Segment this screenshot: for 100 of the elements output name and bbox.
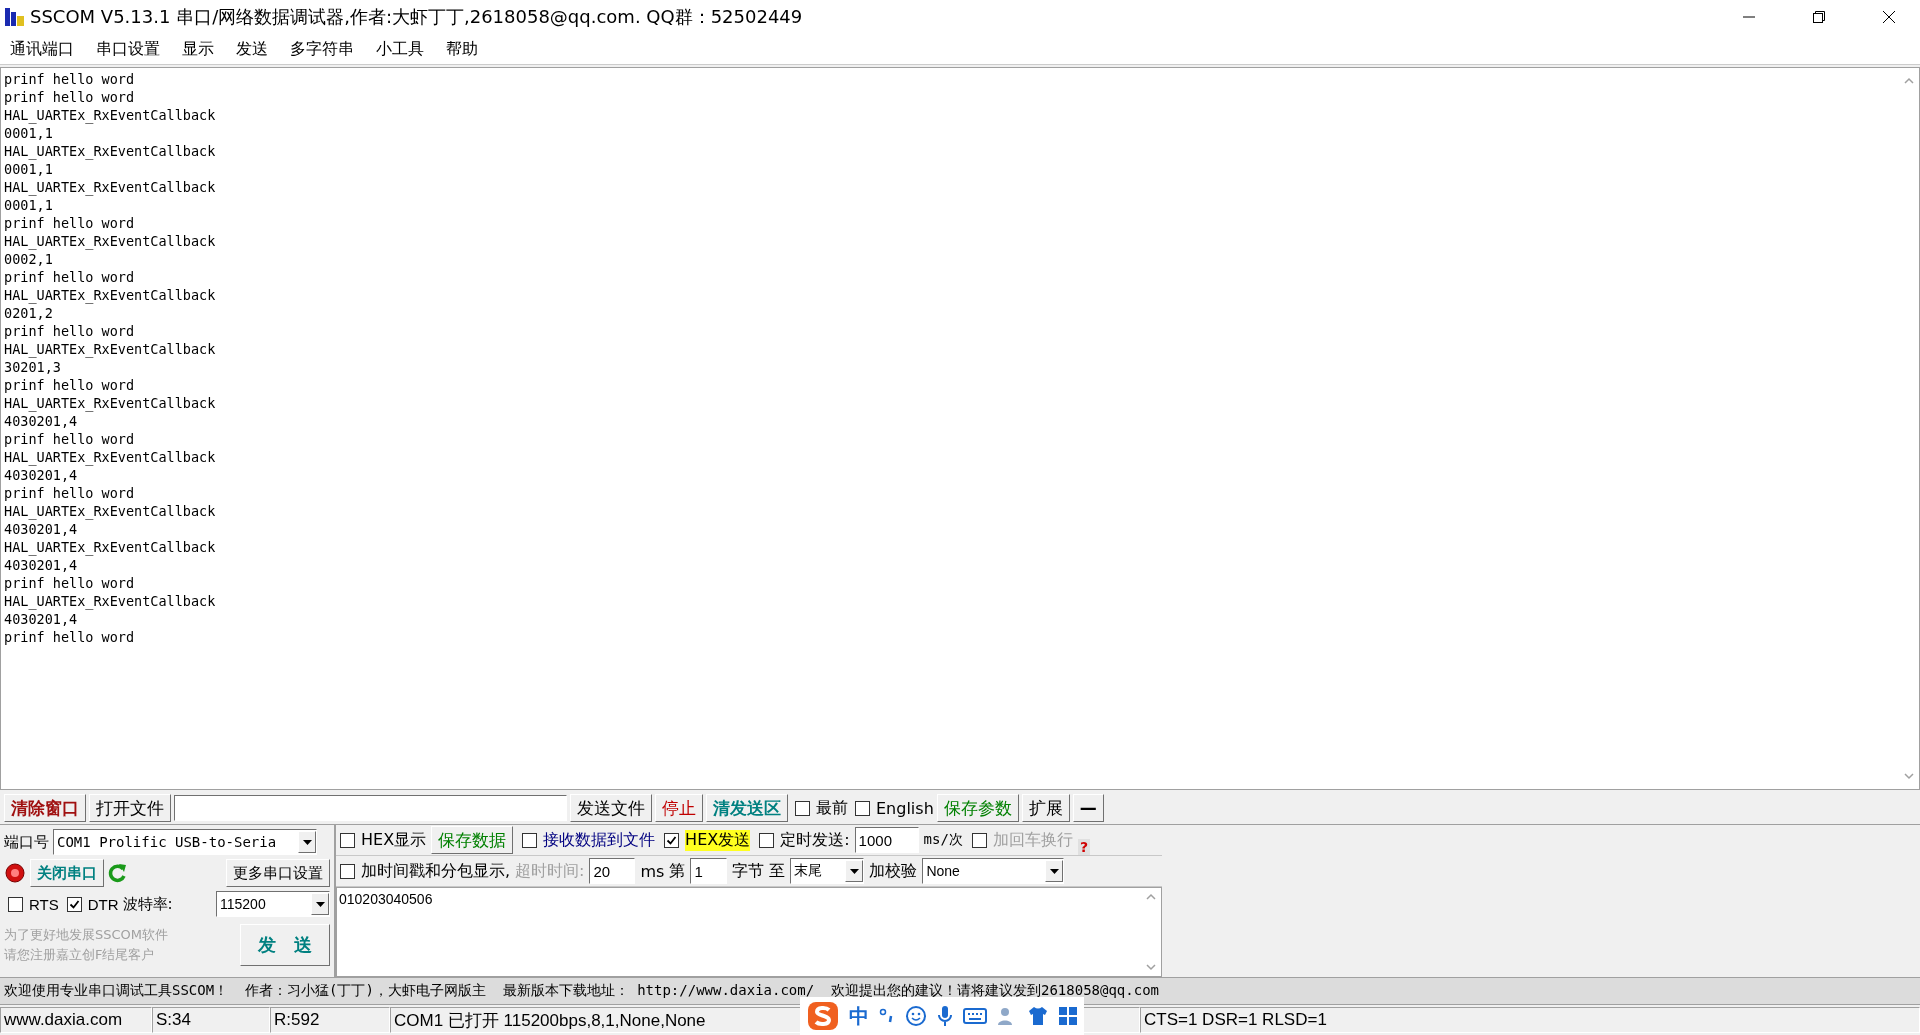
log-line: HAL_UARTEx_RxEventCallback [4,394,216,412]
checkbox[interactable] [66,896,82,912]
log-line: 0002,1 [4,250,53,268]
log-line: HAL_UARTEx_RxEventCallback [4,106,216,124]
menu-item[interactable]: 显示 [182,38,214,60]
more-settings-button[interactable]: 更多串口设置 [226,859,330,887]
checkbox[interactable] [759,832,775,848]
checkbox-label: 定时发送: [780,829,850,851]
log-line: 0001,1 [4,196,53,214]
log-line: HAL_UARTEx_RxEventCallback [4,502,216,520]
scroll-up-icon[interactable] [1145,892,1157,902]
checkbox-label: English [876,798,934,818]
log-line: 4030201,4 [4,520,78,538]
checkbox-label: 接收数据到文件 [543,829,656,851]
scroll-down-icon[interactable] [1903,771,1915,781]
log-line: prinf hello word [4,628,135,646]
toolbar-button[interactable]: 发送文件 [570,794,652,822]
log-line: 30201,3 [4,358,61,376]
log-line: 0001,1 [4,124,53,142]
status-cell: S:34 [152,1007,270,1033]
ticker-text: 欢迎使用专业串口调试工具SSCOM！ 作者：习小猛(丁丁)，大虾电子网版主 最新版本下载地址： http://www.daxia.com/ 欢迎提出您的建议！请将建议发到2618058@qq.com [4,982,1159,1000]
status-cell: CTS=1 DSR=1 RLSD=1 [1140,1007,1920,1033]
s-logo-icon[interactable] [806,1001,840,1031]
checkbox-label: 加时间戳和分包显示, [361,860,511,882]
log-line: HAL_UARTEx_RxEventCallback [4,592,216,610]
checkbox-label: HEX显示 [361,829,427,851]
log-line: HAL_UARTEx_RxEventCallback [4,178,216,196]
toolbar-button[interactable]: — [1072,794,1104,822]
scroll-up-icon[interactable] [1903,76,1915,86]
number-field[interactable]: 1 [690,858,728,884]
checkbox[interactable] [855,800,870,816]
file-path-field[interactable] [174,795,567,821]
menu-item[interactable]: 帮助 [446,38,478,60]
keyboard-icon[interactable] [963,1007,987,1025]
send-text-area[interactable]: 010203040506 [336,887,1162,977]
help-button[interactable]: ? [1077,839,1091,855]
log-line: prinf hello word [4,88,135,106]
microphone-icon[interactable] [936,1005,954,1027]
send-button[interactable]: 发 送 [240,924,330,966]
status-cell: R:592 [270,1007,390,1033]
promo-text: 为了更好地发展SSCOM软件 [4,926,169,944]
toolbar-button[interactable]: 打开文件 [89,794,171,822]
checkbox[interactable] [8,896,23,912]
option-label: 超时时间: [515,860,585,882]
toolbar-button[interactable]: 扩展 [1021,794,1070,822]
status-cell: www.daxia.com [0,1007,152,1033]
menu-item[interactable]: 多字符串 [290,38,354,60]
option-label: 第 [669,860,686,882]
toolbar-button[interactable]: 清除窗口 [4,794,86,822]
menu-item[interactable]: 串口设置 [96,38,160,60]
refresh-icon[interactable] [108,862,128,884]
scroll-down-icon[interactable] [1145,962,1157,972]
toolbar-button[interactable]: 停止 [655,794,703,822]
checkbox-label: HEX发送 [685,829,751,851]
caret-icon [315,901,325,907]
checkbox-label: DTR [87,895,119,913]
log-line: prinf hello word [4,70,135,88]
menu-item[interactable]: 小工具 [376,38,424,60]
checkbox[interactable] [340,832,355,848]
checkbox[interactable] [795,800,810,816]
toolbar-button[interactable]: 保存参数 [936,794,1019,822]
close-port-button[interactable]: 关闭串口 [30,859,104,887]
save-data-button[interactable]: 保存数据 [431,826,514,854]
smiley-icon[interactable] [905,1005,927,1027]
port-select[interactable]: COM1 Prolific USB-to-Seria [53,829,317,855]
log-line: prinf hello word [4,484,135,502]
log-line: 4030201,4 [4,610,78,628]
baud-label: 波特率: [122,894,173,914]
log-line: HAL_UARTEx_RxEventCallback [4,340,216,358]
option-label: 至 [769,860,786,882]
menu-item[interactable]: 通讯端口 [10,38,74,60]
dropdown[interactable]: None [922,858,1065,884]
port-label: 端口号 [4,832,49,852]
grid-icon[interactable] [1058,1006,1078,1026]
close-icon[interactable] [1882,10,1896,24]
checkbox-label: RTS [29,895,59,913]
log-line: 4030201,4 [4,556,78,574]
log-line: HAL_UARTEx_RxEventCallback [4,448,216,466]
checkbox[interactable] [664,832,680,848]
checkbox[interactable] [340,863,355,879]
caret-icon [1049,868,1059,874]
log-line: 0201,2 [4,304,53,322]
promo-text: 请您注册嘉立创F结尾客户 [4,946,155,964]
log-line: HAL_UARTEx_RxEventCallback [4,286,216,304]
log-line: prinf hello word [4,268,135,286]
checkbox-label: 加回车换行 [992,829,1073,851]
menu-item[interactable]: 发送 [236,38,268,60]
baud-select[interactable]: 115200 [216,891,330,917]
toolbar-button[interactable]: 清发送区 [706,794,788,822]
interval-field[interactable]: 1000 [854,827,919,853]
app-icon [4,6,26,28]
log-line: prinf hello word [4,430,135,448]
number-field[interactable]: 20 [589,858,636,884]
log-line: 0001,1 [4,160,53,178]
shirt-icon[interactable] [1027,1005,1049,1027]
window-title: SSCOM V5.13.1 串口/网络数据调试器,作者:大虾丁丁,2618058@qq.com. QQ群：52502449 [30,5,804,29]
log-line: 4030201,4 [4,412,78,430]
dropdown[interactable]: 末尾 [790,858,865,884]
restore-icon[interactable] [1812,10,1826,24]
checkbox[interactable] [522,832,538,848]
